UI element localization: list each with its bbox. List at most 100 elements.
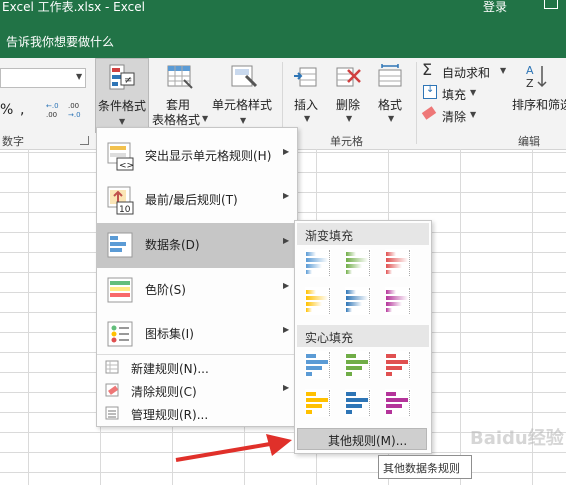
format-as-table-button[interactable]: 套用 表格格式 ▼ [152,58,210,133]
databar-sample-bar [386,366,402,370]
databar-axis-line [409,288,410,314]
chevron-right-icon: ▶ [283,383,290,392]
chevron-down-icon: ▼ [304,114,311,123]
databar-axis-line [369,250,370,276]
format-label: 格式 [378,98,403,112]
databar-sample-bar [306,258,328,262]
databar-axis-line [329,390,330,416]
clear-label: 清除 [442,110,467,124]
decrease-decimal-icon[interactable]: .00 →.0 [66,100,86,120]
format-cells-icon [376,62,404,90]
databar-sample-bar [306,252,316,256]
menu-item-clear-rules[interactable]: 清除规则(C) ▶ [97,379,297,401]
data-bars-icon [107,230,135,260]
databar-sample-bar [346,398,368,402]
databar-sample-bar [306,296,328,300]
chevron-down-icon: ▼ [346,114,353,123]
window-title: Excel 工作表.xlsx - Excel [2,0,145,14]
chevron-right-icon: ▶ [283,191,290,200]
databar-sample-bar [306,360,328,364]
menu-item-data-bars[interactable]: 数据条(D) ▶ [97,223,297,268]
delete-button[interactable]: 删除 ▼ [330,58,370,133]
format-button[interactable]: 格式 ▼ [372,58,412,133]
databar-sample-bar [306,366,322,370]
edit-group-label: 编辑 [518,135,540,148]
chevron-down-icon: ▼ [119,117,126,126]
databar-sample-bar [346,392,356,396]
solid-databar-tile[interactable] [345,351,371,379]
delete-label: 删除 [336,98,361,112]
login-link[interactable]: 登录 [483,0,507,14]
clear-button[interactable]: 清除 ▼ [421,106,492,124]
sort-filter-label: 排序和筛选 [512,98,566,112]
databar-axis-line [409,352,410,378]
cell-styles-icon [230,62,258,90]
gradient-fill-header: 渐变填充 [297,223,429,245]
databar-sample-bar [346,252,356,256]
databar-sample-bar [346,410,352,414]
chevron-right-icon: ▶ [283,147,290,156]
databar-sample-bar [306,264,322,268]
menu-item-manage-rules[interactable]: 管理规则(R)... [97,402,297,424]
tell-me-input[interactable]: 告诉我你想要做什么 [6,33,114,50]
databar-sample-bar [306,392,316,396]
conditional-formatting-icon: ≠ [108,63,136,91]
menu-item-label: 色阶(S) [145,283,186,297]
gradient-databar-tile[interactable] [385,287,411,315]
insert-button[interactable]: 插入 ▼ [288,58,328,133]
menu-item-top-bottom-rules[interactable]: 10 最前/最后规则(T) ▶ [97,178,297,223]
icon-sets-icon [107,319,135,349]
fill-button[interactable]: ↓ 填充 ▼ [422,84,492,102]
svg-text:.00: .00 [68,102,79,110]
chevron-right-icon: ▶ [283,236,290,245]
menu-item-icon-sets[interactable]: 图标集(I) ▶ [97,312,297,357]
menu-item-new-rule[interactable]: 新建规则(N)... [97,356,297,378]
solid-databar-tile[interactable] [345,389,371,417]
restore-window-icon[interactable] [544,0,558,9]
sigma-icon: Σ [422,60,433,79]
menu-item-label: 管理规则(R)... [131,408,209,422]
percent-style-button[interactable]: % [0,102,13,118]
chevron-down-icon: ▼ [500,66,507,75]
databar-sample-bar [386,398,408,402]
solid-databar-tile[interactable] [305,389,331,417]
gradient-databar-tile[interactable] [305,287,331,315]
menu-item-color-scales[interactable]: 色阶(S) ▶ [97,268,297,313]
cell-styles-button[interactable]: 单元格样式 ▼ [212,58,278,133]
dialog-launcher-icon[interactable] [80,136,89,145]
gradient-databar-tile[interactable] [345,287,371,315]
more-rules-button[interactable]: 其他规则(M)... [297,428,427,450]
databar-sample-bar [306,308,312,312]
increase-decimal-icon[interactable]: ←.0.00 [44,100,64,120]
chevron-down-icon: ▼ [470,88,477,97]
databar-sample-bar [386,252,396,256]
gradient-databar-tile[interactable] [305,249,331,277]
comma-style-button[interactable]: , [20,102,24,118]
menu-item-highlight-rules[interactable]: <> 突出显示单元格规则(H) ▶ [97,134,297,179]
gradient-databar-tile[interactable] [345,249,371,277]
autosum-button[interactable]: Σ 自动求和 ▼ [422,60,512,80]
solid-databar-tile[interactable] [385,351,411,379]
databar-sample-bar [386,392,396,396]
databar-axis-line [369,288,370,314]
databar-sample-bar [386,404,402,408]
tooltip: 其他数据条规则 [378,455,472,479]
databar-sample-bar [306,302,322,306]
databar-sample-bar [306,404,322,408]
databar-axis-line [329,288,330,314]
sort-filter-button[interactable]: AZ 排序和筛选 [510,58,566,133]
gradient-databar-tile[interactable] [385,249,411,277]
databar-sample-bar [346,290,356,294]
menu-item-label: 清除规则(C) [131,385,197,399]
databar-sample-bar [346,404,362,408]
solid-databar-tile[interactable] [305,351,331,379]
solid-databar-tile[interactable] [385,389,411,417]
conditional-formatting-label: 条件格式 [98,99,147,113]
number-format-dropdown[interactable] [0,68,86,88]
conditional-formatting-button[interactable]: ≠ 条件格式 ▼ [95,58,149,133]
autosum-label: 自动求和 [442,66,491,80]
chevron-down-icon: ▼ [240,116,247,125]
color-scales-icon [107,275,135,305]
databar-sample-bar [346,302,362,306]
chevron-down-icon[interactable]: ▼ [76,72,82,81]
